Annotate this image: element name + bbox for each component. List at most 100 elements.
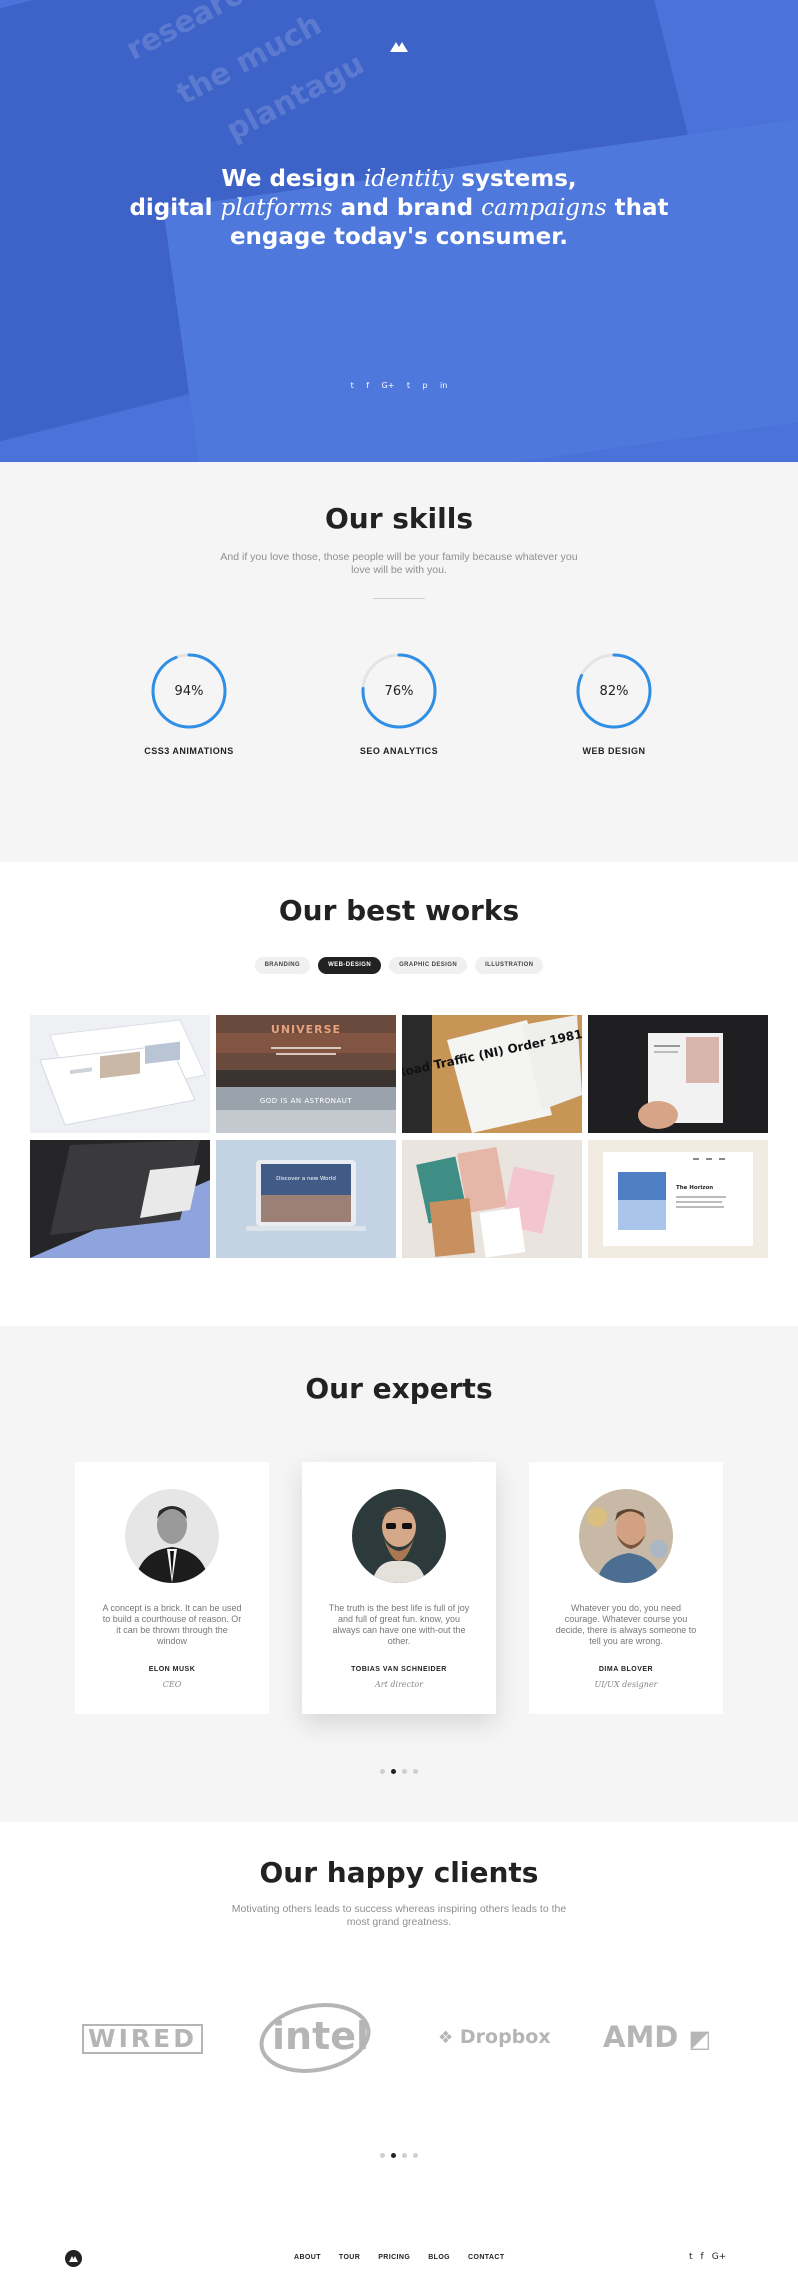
footer-link-about[interactable]: ABOUT (294, 2254, 321, 2261)
footer: ABOUT TOUR PRICING BLOG CONTACT t f G+ (0, 2212, 798, 2289)
expert-card: Whatever you do, you need courage. Whate… (529, 1462, 723, 1714)
filter-branding[interactable]: BRANDING (254, 957, 311, 974)
facebook-icon[interactable]: f (366, 381, 369, 390)
google-plus-icon[interactable]: G+ (382, 381, 395, 390)
expert-quote: Whatever you do, you need courage. Whate… (555, 1603, 697, 1646)
divider (373, 598, 425, 599)
expert-quote: A concept is a brick. It can be used to … (102, 1603, 242, 1646)
expert-role: Art director (375, 1680, 423, 1689)
portfolio-tile[interactable] (402, 1140, 582, 1258)
skill-item: 76% SEO ANALYTICS (329, 652, 469, 756)
expert-role: UI/UX designer (594, 1680, 658, 1689)
pager-dot-active[interactable] (391, 2153, 396, 2158)
works-section: Our best works BRANDING WEB-DESIGN GRAPH… (0, 862, 798, 1326)
portfolio-tile[interactable] (588, 1015, 768, 1133)
skill-progress-ring: 76% (361, 653, 437, 729)
skill-progress-ring: 94% (151, 653, 227, 729)
avatar (125, 1489, 219, 1583)
experts-title: Our experts (305, 1372, 493, 1405)
experts-pager (0, 1769, 798, 1774)
hero-headline: We design identity systems, digital plat… (129, 166, 669, 250)
portfolio-tile[interactable]: Discover a new World (216, 1140, 396, 1258)
footer-link-tour[interactable]: TOUR (339, 2254, 360, 2261)
brochure-image (588, 1015, 768, 1133)
expert-name: DIMA BLOVER (598, 1666, 654, 1673)
filter-web-design[interactable]: WEB-DESIGN (318, 957, 382, 974)
filter-graphic-design[interactable]: GRAPHIC DESIGN (389, 957, 468, 974)
svg-text:The Horizon: The Horizon (676, 1185, 713, 1191)
twitter-icon[interactable]: t (351, 381, 354, 390)
portfolio-tile[interactable] (30, 1015, 210, 1133)
skill-percent: 82% (600, 684, 629, 699)
dropbox-logo[interactable]: ❖ Dropbox (438, 2026, 551, 2048)
amd-arrow-icon: ◩ (688, 2025, 712, 2053)
skill-name: WEB DESIGN (582, 746, 646, 756)
skills-subtitle: And if you love those, those people will… (220, 551, 578, 576)
expert-quote: The truth is the best life is full of jo… (328, 1603, 470, 1646)
skill-name: SEO ANALYTICS (359, 746, 439, 756)
skills-section: Our skills And if you love those, those … (0, 462, 798, 862)
twitter-icon[interactable]: t (689, 2252, 693, 2262)
pager-dot[interactable] (413, 1769, 418, 1774)
filter-illustration[interactable]: ILLUSTRATION (475, 957, 544, 974)
pinterest-icon[interactable]: p (423, 381, 428, 390)
skill-percent: 76% (385, 684, 414, 699)
pager-dot-active[interactable] (391, 1769, 396, 1774)
pager-dot[interactable] (380, 1769, 385, 1774)
svg-text:UNIVERSE: UNIVERSE (271, 1023, 341, 1036)
skill-progress-ring: 82% (576, 653, 652, 729)
skills-title: Our skills (324, 502, 474, 535)
portfolio-filters: BRANDING WEB-DESIGN GRAPHIC DESIGN ILLUS… (0, 957, 798, 974)
site-preview-image: The Horizon (588, 1140, 768, 1258)
google-plus-icon[interactable]: G+ (712, 2252, 727, 2262)
svg-text:Discover a new World: Discover a new World (276, 1176, 336, 1182)
pager-dot[interactable] (380, 2153, 385, 2158)
book-cover-image: Road Traffic (NI) Order 1981 (402, 1015, 582, 1133)
skill-percent: 94% (175, 684, 204, 699)
wired-logo[interactable]: WIRED (82, 2024, 203, 2054)
portfolio-tile[interactable]: The Horizon (588, 1140, 768, 1258)
expert-role: CEO (162, 1680, 182, 1689)
tumblr-icon[interactable]: t (407, 381, 410, 390)
facebook-icon[interactable]: f (701, 2252, 704, 2262)
footer-link-contact[interactable]: CONTACT (468, 2254, 505, 2261)
footer-logo-icon[interactable] (65, 2250, 82, 2267)
pager-dot[interactable] (402, 1769, 407, 1774)
avatar (579, 1489, 673, 1583)
amd-logo[interactable]: AMD ◩ (603, 2020, 711, 2054)
laptop-mockup-image: Discover a new World (216, 1140, 396, 1258)
brand-logo-icon[interactable] (388, 38, 410, 54)
portfolio-tile[interactable] (30, 1140, 210, 1258)
avatar (352, 1489, 446, 1583)
clients-title: Our happy clients (259, 1856, 539, 1889)
expert-name: ELON MUSK (148, 1666, 196, 1673)
web-mockup-image (39, 1019, 206, 1126)
skill-item: 94% CSS3 ANIMATIONS (119, 652, 259, 756)
expert-name: TOBIAS VAN SCHNEIDER (351, 1666, 447, 1673)
portfolio-tile[interactable]: Road Traffic (NI) Order 1981 (402, 1015, 582, 1133)
clients-pager (0, 2153, 798, 2158)
footer-social-links: t f G+ (685, 2252, 730, 2262)
pager-dot[interactable] (402, 2153, 407, 2158)
skill-name: CSS3 ANIMATIONS (144, 746, 234, 756)
expert-card: The truth is the best life is full of jo… (302, 1462, 496, 1714)
footer-link-blog[interactable]: BLOG (428, 2254, 450, 2261)
clients-subtitle: Motivating others leads to success where… (231, 1903, 567, 1928)
footer-nav: ABOUT TOUR PRICING BLOG CONTACT (294, 2254, 523, 2261)
pager-dot[interactable] (413, 2153, 418, 2158)
hero-section: research the much plantagu We design ide… (0, 0, 798, 462)
linkedin-icon[interactable]: in (440, 381, 447, 390)
expert-card: A concept is a brick. It can be used to … (75, 1462, 269, 1714)
hero-social-links: t f G+ t p in (0, 375, 798, 393)
intel-logo[interactable]: intel (258, 2002, 372, 2074)
stationery-cards-image (402, 1140, 582, 1258)
universe-site-image: UNIVERSE GOD IS AN ASTRONAUT (216, 1015, 396, 1133)
svg-text:GOD IS AN ASTRONAUT: GOD IS AN ASTRONAUT (260, 1097, 353, 1105)
footer-link-pricing[interactable]: PRICING (378, 2254, 410, 2261)
portfolio-tile[interactable]: UNIVERSE GOD IS AN ASTRONAUT (216, 1015, 396, 1133)
dropbox-icon: ❖ (438, 2028, 454, 2048)
magazine-image (30, 1140, 210, 1258)
works-title: Our best works (278, 894, 520, 927)
skill-item: 82% WEB DESIGN (544, 652, 684, 756)
clients-section: Our happy clients Motivating others lead… (0, 1822, 798, 2212)
